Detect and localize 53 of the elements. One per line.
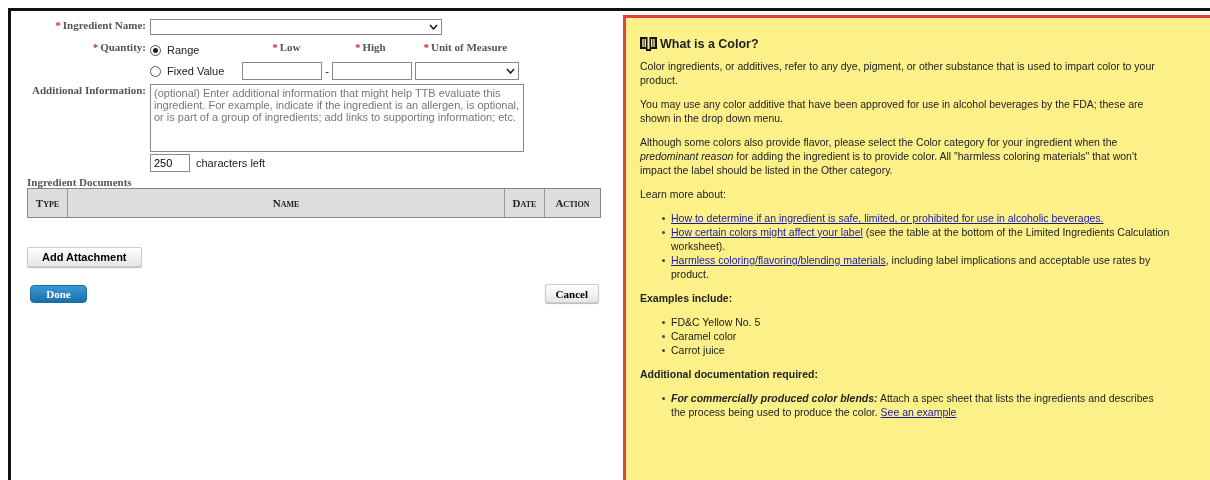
help-link[interactable]: How certain colors might affect your label [671, 226, 863, 238]
help-paragraph: Although some colors also provide flavor, please select the Color category for your ingredient when the predominant reason for adding the ingredient is to provide color. All "harmless coloring materials" that won't impact the label should be listed in the Other category. [640, 135, 1138, 177]
example-item: FD&C Yellow No. 5 [671, 315, 761, 329]
column-label: * Unit of Measure [423, 41, 508, 53]
help-paragraph: You may use any color additive that have been approved for use in alcohol beverages by the FDA; these are shown in the drop down menu. [640, 97, 1145, 125]
help-link[interactable]: Harmless coloring/flavoring/blending materials [671, 254, 886, 266]
book-icon [640, 36, 657, 51]
column-header: Type [35, 197, 60, 209]
done-button[interactable]: Done [30, 284, 87, 303]
column-header: Name [272, 197, 300, 209]
bullet-icon [662, 217, 665, 220]
column-header: Action [555, 197, 590, 209]
additional-information-field[interactable]: (optional) Enter additional information that might help TTB evaluate this ingredient. For example, indicate if the ingredient is an allergen, is optional, or is part of a group of ingredients; add links to supporting information; etc. [150, 84, 524, 152]
add-attachment-button[interactable]: Add Attachment [27, 247, 142, 267]
column-header: Date [512, 197, 537, 209]
radio-label[interactable]: Range [167, 44, 200, 56]
help-paragraph: Color ingredients, or additives, refer to any dye, pigment, or other substance that is used to impart color to your product. [640, 59, 1156, 87]
learn-more-item: How certain colors might affect your label (see the table at the bottom of the Limited Ingredients Calculation worksheet). [671, 225, 1170, 253]
range-separator: - [325, 65, 329, 77]
help-title: What is a Color? [660, 36, 759, 51]
radio-label[interactable]: Fixed Value [167, 65, 225, 77]
column-label: * Low [272, 41, 301, 53]
bullet-icon [662, 397, 665, 400]
ingredient-name-dropdown[interactable] [150, 19, 442, 35]
chevron-down-icon [429, 24, 438, 30]
field-label: * Quantity: [92, 41, 146, 53]
examples-title: Examples include: [640, 291, 734, 305]
learn-more-item: Harmless coloring/flavoring/blending materials, including label implications and acceptable use rates by product. [671, 253, 1152, 281]
column-label: * High [354, 41, 386, 53]
help-link[interactable]: How to determine if an ingredient is safe, limited, or prohibited for use in alcoholic beverages. [671, 211, 1104, 225]
counter-label: characters left [196, 157, 266, 169]
example-link[interactable]: See an example [880, 406, 957, 418]
low-input[interactable] [242, 62, 323, 80]
example-item: Carrot juice [671, 343, 725, 357]
radio-button[interactable] [150, 44, 161, 56]
cancel-button[interactable]: Cancel [544, 284, 599, 303]
character-counter[interactable]: 250 [150, 154, 190, 172]
high-input[interactable] [331, 62, 412, 80]
unit-dropdown[interactable] [414, 62, 519, 80]
bullet-icon [662, 335, 665, 338]
bullet-icon [662, 231, 665, 234]
documentation-item: For commercially produced color blends: Attach a spec sheet that lists the ingredients and describes the process being used to produce the color. See an example [671, 391, 1155, 419]
bullet-icon [662, 349, 665, 352]
documentation-title: Additional documentation required: [640, 367, 819, 381]
field-label: * Ingredient Name: [55, 19, 146, 31]
field-label: Additional Information: [32, 84, 146, 96]
bullet-icon [662, 259, 665, 262]
section-title: Ingredient Documents [27, 176, 133, 188]
chevron-down-icon [505, 68, 515, 74]
learn-more-label: Learn more about: [640, 187, 727, 201]
bullet-icon [662, 321, 665, 324]
example-item: Caramel color [671, 329, 737, 343]
radio-button[interactable] [150, 65, 161, 77]
